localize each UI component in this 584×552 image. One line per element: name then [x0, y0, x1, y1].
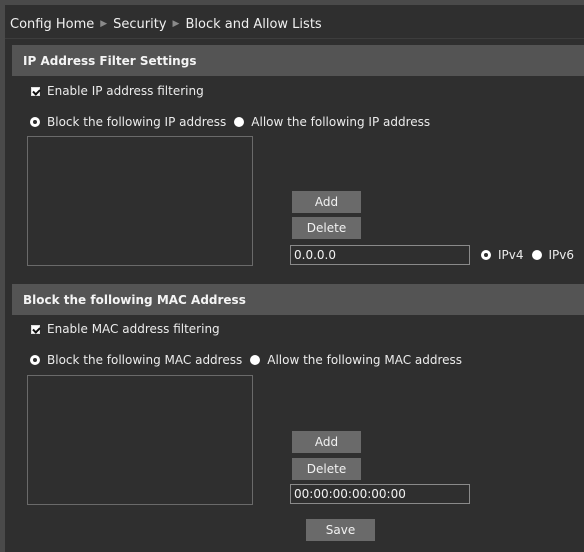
ip-address-input[interactable] — [290, 245, 470, 265]
breadcrumb-config-home[interactable]: Config Home — [10, 17, 94, 32]
ipv4-label: IPv4 — [498, 248, 524, 262]
mac-filter-section-header: Block the following MAC Address — [12, 284, 584, 315]
ip-address-list[interactable] — [27, 136, 253, 266]
ip-delete-button[interactable]: Delete — [292, 217, 361, 239]
mac-block-radio[interactable] — [30, 355, 40, 365]
mac-address-input[interactable] — [290, 484, 470, 504]
ip-filter-section-title: IP Address Filter Settings — [23, 53, 197, 68]
ip-filter-section-header: IP Address Filter Settings — [12, 45, 584, 76]
mac-enable-label: Enable MAC address filtering — [47, 322, 220, 336]
breadcrumb-security[interactable]: Security — [113, 17, 166, 32]
mac-block-label: Block the following MAC address — [47, 353, 243, 367]
save-button[interactable]: Save — [306, 519, 375, 541]
mac-filter-section-title: Block the following MAC Address — [23, 292, 246, 307]
mac-mode-row: Block the following MAC address Allow th… — [30, 353, 462, 367]
breadcrumb-divider — [5, 38, 584, 39]
mac-allow-radio[interactable] — [250, 355, 261, 365]
mac-address-list[interactable] — [27, 375, 253, 505]
ip-allow-radio[interactable] — [234, 117, 245, 127]
mac-add-button[interactable]: Add — [292, 431, 361, 453]
ip-version-row: IPv4 IPv6 — [481, 248, 574, 262]
ipv4-radio[interactable] — [481, 250, 491, 260]
ip-enable-label: Enable IP address filtering — [47, 84, 204, 98]
mac-enable-checkbox[interactable] — [31, 324, 40, 334]
mac-enable-row: Enable MAC address filtering — [31, 322, 220, 336]
breadcrumb-current-page: Block and Allow Lists — [185, 16, 322, 32]
mac-allow-label: Allow the following MAC address — [267, 353, 463, 367]
ipv6-radio[interactable] — [531, 250, 542, 260]
ip-block-label: Block the following IP address — [47, 115, 227, 129]
breadcrumb-separator-icon: ▶ — [100, 19, 108, 29]
ipv6-label: IPv6 — [548, 248, 575, 262]
ip-enable-row: Enable IP address filtering — [31, 84, 204, 98]
ip-allow-label: Allow the following IP address — [251, 115, 431, 129]
config-panel: Config Home ▶ Security ▶ Block and Allow… — [5, 5, 584, 552]
mac-delete-button[interactable]: Delete — [292, 458, 361, 480]
ip-add-button[interactable]: Add — [292, 191, 361, 213]
ip-mode-row: Block the following IP address Allow the… — [30, 115, 430, 129]
breadcrumb-separator-icon: ▶ — [172, 19, 180, 29]
ip-enable-checkbox[interactable] — [31, 86, 40, 96]
ip-block-radio[interactable] — [30, 117, 40, 127]
breadcrumb: Config Home ▶ Security ▶ Block and Allow… — [10, 13, 322, 35]
